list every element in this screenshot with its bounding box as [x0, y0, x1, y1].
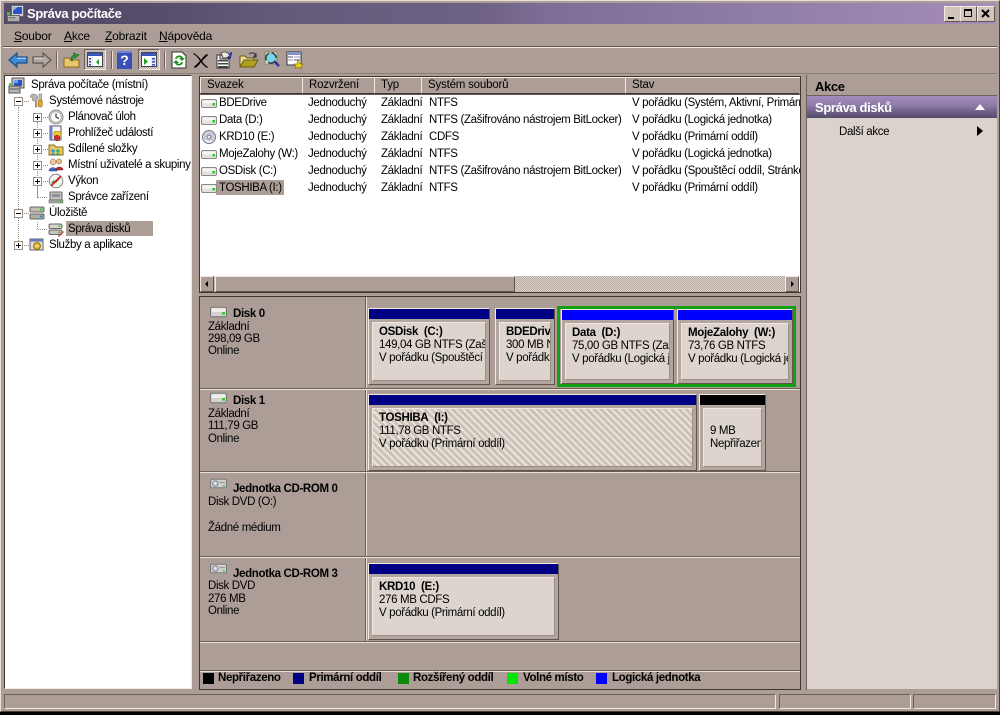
- svg-text:?: ?: [120, 52, 129, 68]
